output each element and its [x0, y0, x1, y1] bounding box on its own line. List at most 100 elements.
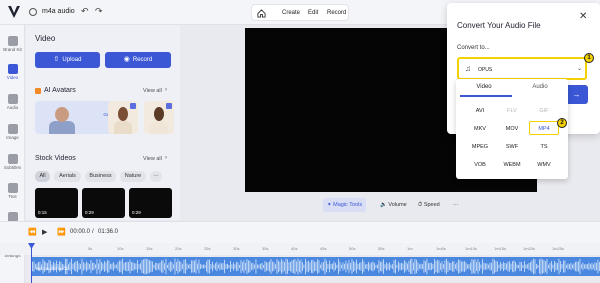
waveform-bar [215, 263, 216, 270]
undo-icon[interactable]: ↶ [81, 6, 89, 17]
format-mkv[interactable]: MKV [465, 122, 495, 136]
filter-business[interactable]: Business [85, 171, 116, 182]
audio-track[interactable] [32, 257, 600, 276]
rail-item-image[interactable]: Image [0, 121, 25, 147]
speed-label: Speed [423, 202, 440, 208]
close-icon[interactable]: ✕ [579, 11, 587, 22]
magic-tools-button[interactable]: ✦ Magic Tools [323, 198, 367, 212]
waveform-bar [288, 262, 290, 271]
format-mp4[interactable]: MP4 [529, 121, 559, 135]
ruler-tick: 25s [204, 246, 211, 251]
waveform-bar [135, 263, 137, 270]
menu-create[interactable]: Create [282, 10, 300, 16]
avatar-card[interactable] [144, 101, 174, 134]
project-name[interactable]: m4a audio [42, 8, 75, 15]
menu-record[interactable]: Record [327, 10, 346, 16]
waveform-bar [576, 261, 578, 272]
skip-back-icon[interactable]: ⏪ [28, 228, 37, 236]
playhead[interactable] [31, 244, 32, 283]
waveform-bar [260, 263, 261, 270]
rail-item-video[interactable]: Video [0, 61, 25, 87]
waveform-bar [407, 263, 408, 270]
waveform-bar [188, 264, 189, 269]
waveform-bar [404, 260, 405, 273]
format-avi[interactable]: AVI [465, 104, 495, 118]
chevron-right-icon[interactable]: › [165, 155, 167, 161]
waveform-bar [248, 260, 249, 273]
format-mpeg[interactable]: MPEG [465, 140, 495, 154]
ai-avatars-view-all[interactable]: View all [143, 88, 162, 94]
waveform-bar [356, 259, 357, 274]
waveform-bar [155, 262, 156, 271]
format-wmv[interactable]: WMV [529, 158, 559, 172]
waveform-bar [257, 264, 258, 269]
rail-item-audio[interactable]: Audio [0, 91, 25, 117]
waveform-bar [149, 260, 150, 273]
waveform-bar [591, 262, 593, 271]
waveform-bar [114, 264, 116, 269]
waveform-bar [255, 259, 257, 274]
waveform-bar [113, 262, 114, 271]
waveform-bar [500, 261, 501, 272]
tab-audio[interactable]: Audio [512, 84, 568, 90]
rail-item-subtitles[interactable]: Subtitles [0, 151, 25, 177]
filter-aerials[interactable]: Aerials [54, 171, 81, 182]
play-icon[interactable]: ▶ [42, 228, 47, 236]
waveform-bar [443, 264, 444, 269]
rail-label: Audio [6, 105, 19, 110]
waveform-bar [335, 262, 336, 271]
skip-forward-icon[interactable]: ⏩ [57, 228, 66, 236]
home-icon[interactable] [257, 9, 266, 18]
convert-button[interactable]: → [565, 85, 588, 104]
filter-more[interactable]: ··· [150, 171, 162, 182]
more-button[interactable]: ··· [453, 198, 459, 212]
waveform-bar [476, 262, 477, 271]
waveform-bar [330, 263, 332, 270]
waveform-bar [543, 260, 545, 273]
speed-button[interactable]: ⏱ Speed [418, 198, 440, 212]
waveform-bar [396, 264, 398, 269]
waveform-bar [156, 262, 158, 271]
format-swf[interactable]: SWF [497, 140, 527, 154]
redo-icon[interactable]: ↷ [95, 6, 103, 17]
waveform-bar [204, 264, 206, 269]
waveform-bar [219, 262, 221, 271]
waveform-bar [491, 262, 492, 271]
format-vob[interactable]: VOB [465, 158, 495, 172]
stock-videos-view-all[interactable]: View all [143, 156, 162, 162]
tab-video[interactable]: Video [456, 84, 512, 90]
waveform-bar [405, 261, 407, 272]
waveform-bar [300, 259, 302, 274]
chevron-right-icon[interactable]: › [165, 87, 167, 93]
filter-nature[interactable]: Nature [120, 171, 146, 182]
record-button[interactable]: ◉ Record [105, 52, 171, 68]
waveform-bar [581, 264, 582, 269]
waveform-bar [570, 262, 572, 271]
rail-item-text[interactable]: Text [0, 180, 25, 206]
waveform-bar [216, 261, 218, 272]
waveform-bar [78, 263, 80, 270]
stock-video-thumb[interactable]: 0:29 [82, 188, 125, 218]
menu-edit[interactable]: Edit [308, 10, 318, 16]
format-ts[interactable]: TS [529, 140, 559, 154]
timeline-ruler[interactable]: 5s 10s 15s 20s 25s 30s 35s 40s 45s 50s 55s 1m 1m5s 1m… [0, 243, 600, 255]
format-webm[interactable]: WEBM [497, 158, 527, 172]
waveform-bar [281, 259, 282, 274]
avatar-card[interactable] [108, 101, 138, 134]
waveform-bar [192, 260, 194, 273]
format-select[interactable]: ♫ OPUS ⌄ [457, 57, 587, 80]
waveform-bar [507, 261, 509, 272]
stock-video-thumb[interactable]: 0:15 [35, 188, 78, 218]
waveform-bar [518, 264, 519, 269]
format-mov[interactable]: MOV [497, 122, 527, 136]
rail-item-brand-kit[interactable]: Brand Kit [0, 33, 25, 59]
waveform-bar [564, 260, 566, 273]
waveform-bar [189, 263, 191, 270]
ruler-tick: 5s [88, 246, 93, 251]
logo-icon[interactable] [7, 4, 21, 20]
volume-button[interactable]: 🔈 Volume [380, 198, 407, 212]
stock-video-thumb[interactable]: 0:29 [129, 188, 172, 218]
waveform-bar [228, 264, 230, 269]
filter-all[interactable]: All [35, 171, 50, 182]
upload-button[interactable]: ⇧ Upload [35, 52, 100, 68]
